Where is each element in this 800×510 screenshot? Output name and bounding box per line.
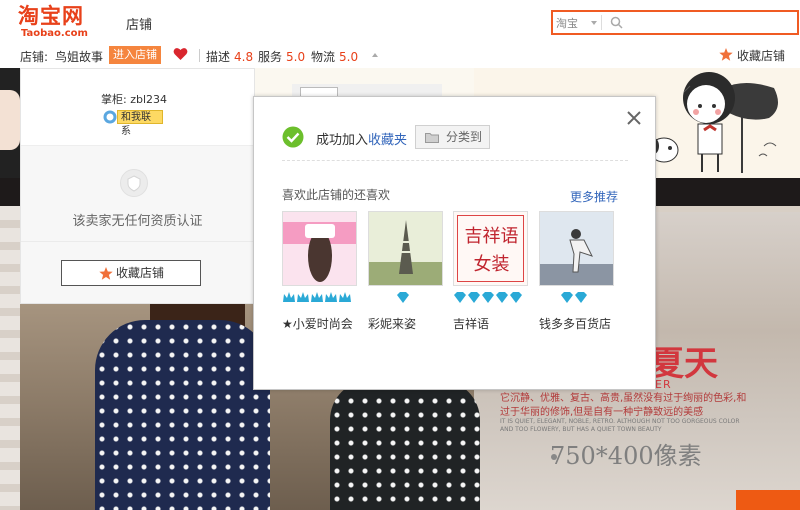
shop-thumbnail[interactable]: [368, 211, 443, 286]
thumb-text: 女装: [473, 254, 510, 275]
model-dress-navy: [95, 320, 270, 510]
collect-shop-label: 收藏店铺: [115, 266, 164, 280]
crown-icon: [283, 292, 351, 302]
success-prefix: 成功加入: [316, 133, 369, 148]
shop-name[interactable]: 钱多多百货店: [539, 315, 611, 332]
shop-name-link[interactable]: 鸟姐故事: [55, 48, 103, 65]
thumb-text: 吉祥语: [464, 226, 519, 247]
shop-name[interactable]: 彩妮来姿: [368, 315, 416, 332]
banner-size-note: 750*400像素: [550, 442, 702, 470]
section-title: 店铺: [126, 18, 153, 33]
favorite-shop-link[interactable]: 收藏店铺: [719, 47, 785, 64]
shop-info-panel: 掌柜: zbl234 和我联系 该卖家无任何资质认证 收藏店铺: [20, 68, 255, 304]
shop-label: 店铺:: [20, 50, 49, 64]
shop-thumbnail[interactable]: [282, 211, 357, 286]
rating-logistics: 物流 5.0: [311, 48, 358, 65]
model-dress-black: [330, 380, 480, 510]
diamond-icon: [397, 292, 409, 303]
favorites-link[interactable]: 收藏夹: [368, 133, 407, 148]
banner-description-cn: 它沉静、优雅、复古、高贵,虽然没有过于绚丽的色彩,和过于华丽的修饰,但是自有一种…: [500, 393, 747, 418]
close-icon[interactable]: [626, 110, 642, 126]
seller-rank: [282, 291, 354, 304]
dialog-divider: [282, 160, 628, 161]
recommendation-title: 喜欢此店铺的还喜欢: [282, 188, 391, 202]
rating-value: 5.0: [339, 50, 359, 64]
more-recommendations-link[interactable]: 更多推荐: [570, 188, 618, 205]
logo-text: 淘宝网: [18, 4, 84, 28]
search-divider: [601, 15, 602, 30]
favorite-shop-label: 收藏店铺: [737, 49, 786, 63]
rating-value: 4.8: [234, 50, 254, 64]
seller-rank: [560, 291, 590, 304]
seller-info: 掌柜: zbl234 和我联系: [21, 69, 254, 145]
site-header: 淘宝网 Taobao.com 店铺 淘宝: [0, 0, 800, 44]
collect-shop-button[interactable]: 收藏店铺: [61, 260, 201, 286]
rating-description: 描述 4.8: [206, 48, 253, 65]
shop-info-bar: 店铺: 鸟姐故事 进入店铺 描述 4.8 服务 5.0 物流 5.0 收藏店铺: [0, 44, 800, 68]
folder-icon: [425, 133, 439, 143]
rating-label: 物流: [311, 50, 336, 64]
rating-label: 描述: [206, 50, 231, 64]
seller-rank: [453, 291, 525, 304]
seller-name: 掌柜: zbl234: [101, 93, 168, 106]
shop-thumbnail[interactable]: [539, 211, 614, 286]
banner-subtitle: ER: [655, 378, 672, 391]
banner-lace-border: [0, 206, 20, 510]
divider: [199, 49, 200, 62]
orange-corner-block: [736, 490, 800, 510]
check-circle-icon: [282, 126, 304, 148]
diamond-icon: [454, 292, 522, 303]
shop-thumbnail[interactable]: 吉祥语 女装: [453, 211, 528, 286]
star-icon: [719, 48, 733, 61]
no-certification-text: 该卖家无任何资质认证: [72, 214, 203, 229]
certification-section: 该卖家无任何资质认证: [21, 145, 254, 241]
rating-value: 5.0: [286, 50, 306, 64]
logo-domain: Taobao.com: [21, 28, 88, 39]
heart-icon[interactable]: [173, 47, 188, 61]
certification-icon: [120, 169, 148, 197]
search-icon[interactable]: [610, 16, 623, 29]
chevron-down-icon[interactable]: [591, 21, 597, 25]
contact-label: 和我联系: [117, 110, 163, 137]
wangwang-icon: [103, 110, 117, 124]
favorite-success-dialog: 成功加入收藏夹 分类到 喜欢此店铺的还喜欢 更多推荐 ★小爱时尚会 彩妮来姿 吉…: [253, 96, 656, 390]
star-icon: [99, 267, 113, 280]
enter-shop-button[interactable]: 进入店铺: [109, 46, 161, 64]
rating-service: 服务 5.0: [258, 48, 305, 65]
seller-rank: [396, 291, 410, 304]
classify-label: 分类到: [446, 130, 483, 144]
shop-name[interactable]: ★小爱时尚会: [282, 315, 353, 332]
search-scope-select[interactable]: 淘宝: [556, 15, 578, 31]
contact-seller-button[interactable]: 和我联系: [103, 110, 163, 137]
taobao-logo[interactable]: 淘宝网 Taobao.com: [18, 4, 104, 40]
classify-button[interactable]: 分类到: [415, 125, 490, 149]
collect-section: 收藏店铺: [21, 241, 254, 303]
rating-label: 服务: [258, 50, 283, 64]
search-box[interactable]: 淘宝: [551, 10, 799, 35]
success-message: 成功加入收藏夹: [316, 129, 407, 148]
shop-name[interactable]: 吉祥语: [453, 315, 489, 332]
chevron-up-icon[interactable]: [372, 53, 378, 57]
diamond-icon: [561, 292, 587, 303]
banner-description-en: IT IS QUIET, ELEGANT, NOBLE, RETRO. ALTH…: [500, 418, 740, 433]
